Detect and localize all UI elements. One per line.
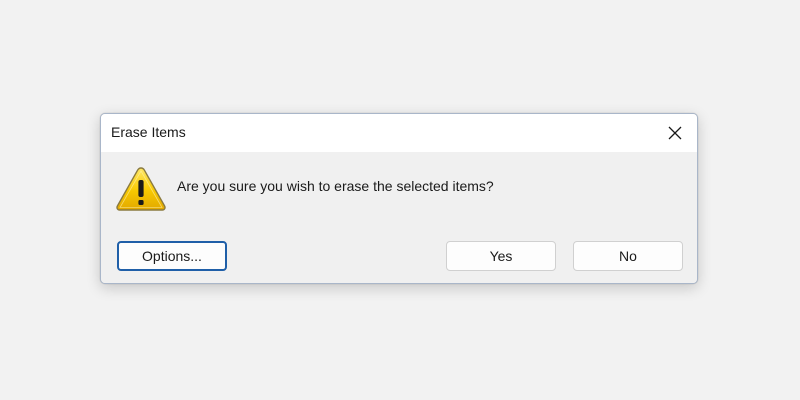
- close-button[interactable]: [653, 114, 697, 152]
- dialog-message: Are you sure you wish to erase the selec…: [177, 178, 494, 194]
- dialog-content: Are you sure you wish to erase the selec…: [101, 152, 697, 283]
- dialog-title: Erase Items: [111, 124, 186, 140]
- close-icon: [668, 126, 682, 140]
- erase-items-dialog: Erase Items Are you sure you wish to era…: [100, 113, 698, 284]
- yes-button[interactable]: Yes: [446, 241, 556, 271]
- options-button[interactable]: Options...: [117, 241, 227, 271]
- dialog-titlebar: Erase Items: [101, 114, 697, 152]
- no-button[interactable]: No: [573, 241, 683, 271]
- warning-icon: [116, 167, 166, 211]
